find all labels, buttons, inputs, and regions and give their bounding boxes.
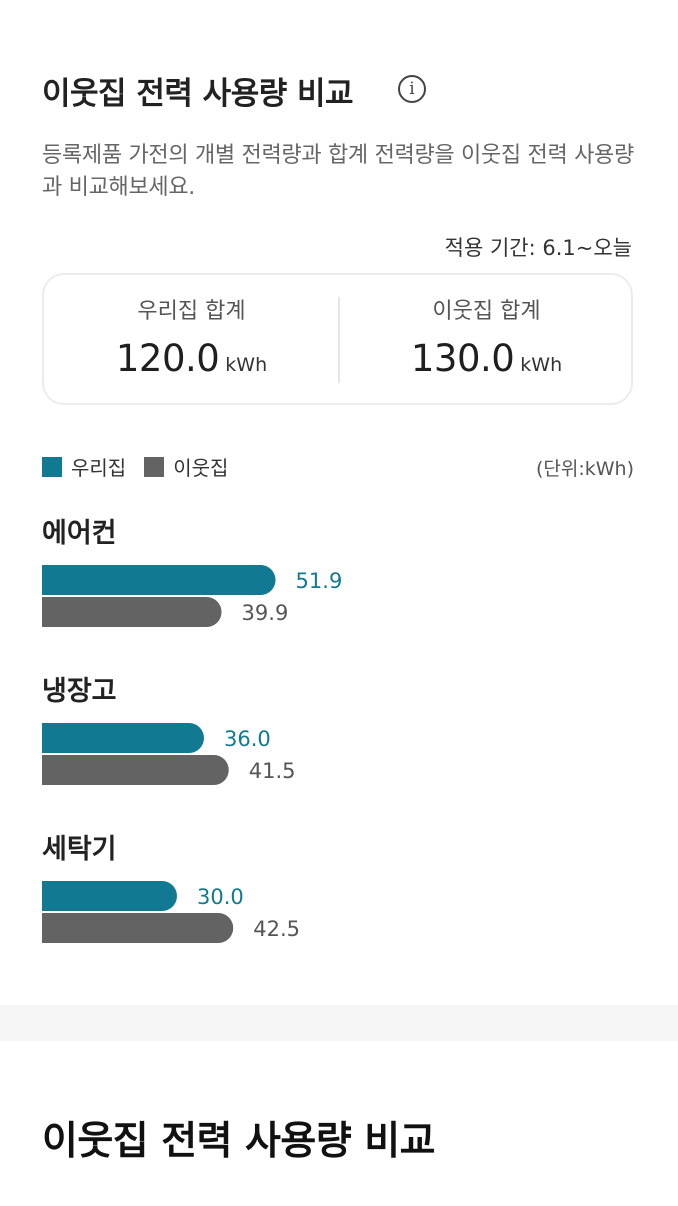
period-label: 적용 기간: 6.1~오늘 — [444, 236, 632, 260]
legend-swatch-ours — [42, 456, 62, 477]
neighbor-total-number: 130.0 — [410, 337, 515, 380]
our-total-value: 120.0 kWh — [44, 337, 339, 380]
summary-card: 우리집 합계 120.0 kWh 이웃집 합계 130.0 kWh — [42, 273, 633, 405]
legend-item-ours: 우리집 — [42, 452, 126, 481]
value-label-neighbor-1: 39.9 — [242, 601, 289, 625]
value-label-ours-2: 36.0 — [224, 727, 271, 751]
neighbor-total: 이웃집 합계 130.0 kWh — [339, 275, 634, 403]
value-label-neighbor-3: 42.5 — [253, 917, 300, 941]
section-description: 등록제품 가전의 개별 전력량과 합계 전력량을 이웃집 전력 사용량과 비교해… — [42, 143, 634, 200]
neighbor-total-unit: kWh — [520, 354, 563, 376]
legend-swatch-neighbor — [144, 456, 165, 477]
category-label-3: 세탁기 — [42, 834, 117, 865]
legend-label-neighbor: 이웃집 — [173, 456, 229, 480]
legend-label-ours: 우리집 — [71, 456, 127, 480]
value-label-ours-1: 51.9 — [296, 569, 343, 593]
category-label-1: 에어컨 — [42, 518, 117, 549]
chart-legend: 우리집 이웃집 — [42, 452, 246, 481]
category-label-2: 냉장고 — [42, 676, 117, 707]
section-divider — [0, 1005, 678, 1041]
neighbor-total-label: 이웃집 합계 — [432, 299, 541, 324]
our-total-number: 120.0 — [115, 337, 220, 380]
bar-neighbor-2 — [42, 755, 229, 785]
our-total-unit: kWh — [225, 354, 268, 376]
bar-ours-2 — [42, 723, 204, 753]
unit-note: (단위:kWh) — [535, 458, 634, 480]
bar-neighbor-1 — [42, 597, 222, 627]
section-title: 이웃집 전력 사용량 비교 — [42, 76, 354, 112]
value-label-neighbor-2: 41.5 — [249, 759, 296, 783]
info-icon[interactable]: i — [398, 75, 426, 103]
neighbor-total-value: 130.0 kWh — [339, 337, 634, 380]
usage-bar-chart: 에어컨 51.9 39.9 냉장고 36.0 41.5 세탁기 30.0 42.5 — [42, 518, 343, 943]
our-total: 우리집 합계 120.0 kWh — [44, 275, 339, 403]
our-total-label: 우리집 합계 — [137, 299, 246, 324]
bar-neighbor-3 — [42, 913, 234, 943]
next-section-title: 이웃집 전력 사용량 비교 — [42, 1119, 436, 1164]
bar-ours-3 — [42, 881, 177, 911]
legend-item-neighbor: 이웃집 — [144, 452, 228, 481]
value-label-ours-3: 30.0 — [197, 885, 244, 909]
bar-ours-1 — [42, 565, 276, 595]
